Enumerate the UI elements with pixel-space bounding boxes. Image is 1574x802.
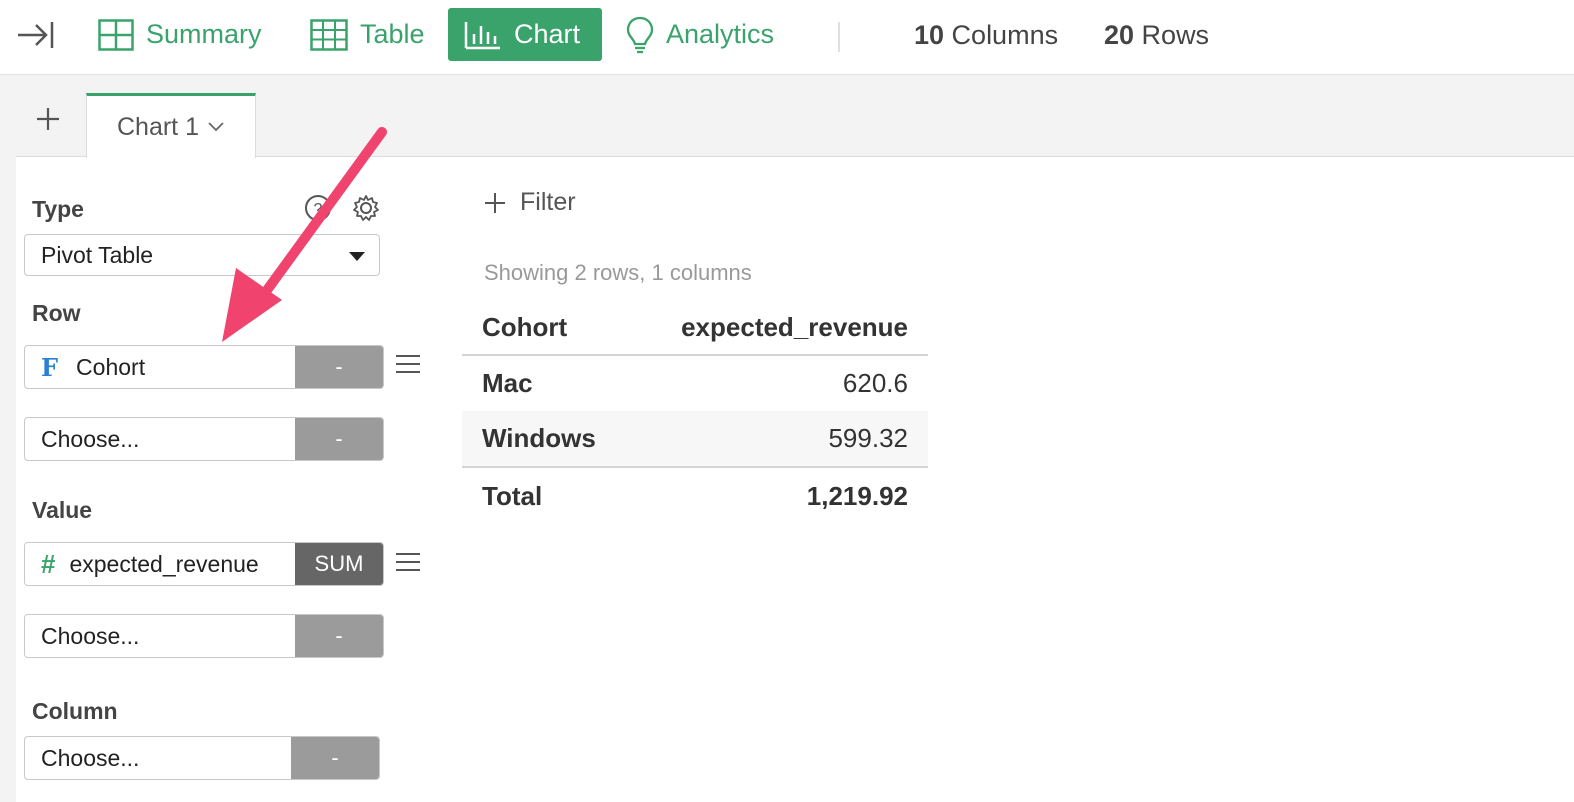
- column-choose-placeholder: Choose...: [41, 744, 140, 771]
- filter-label: Filter: [520, 188, 576, 216]
- tab-chart-1-label: Chart 1: [117, 112, 199, 141]
- pivot-row-label: Mac: [482, 368, 533, 398]
- nav-table-label: Table: [360, 19, 425, 49]
- rows-count: 20 Rows: [1104, 20, 1209, 51]
- row-field-choose[interactable]: Choose... -: [24, 417, 384, 461]
- value-field-choose[interactable]: Choose... -: [24, 614, 384, 658]
- table-row: Windows 599.32: [462, 411, 928, 467]
- summary-grid-icon: [98, 18, 134, 51]
- rows-count-value: 20: [1104, 20, 1135, 50]
- pivot-row-value: 620.6: [842, 368, 908, 398]
- annotation-arrow: [222, 127, 387, 342]
- pivot-row-value: 599.32: [632, 411, 928, 467]
- rows-count-label: Rows: [1134, 20, 1210, 50]
- plus-icon: [485, 192, 505, 213]
- chart-type-value: Pivot Table: [41, 241, 154, 268]
- column-label: Column: [32, 698, 118, 724]
- add-tab-icon[interactable]: [34, 105, 62, 133]
- pivot-total-value: 1,219.92: [632, 466, 928, 525]
- add-filter-button[interactable]: Filter: [484, 188, 576, 217]
- type-label: Type: [32, 196, 84, 222]
- pivot-header-row: Cohort expected_revenue: [462, 300, 928, 356]
- result-summary: Showing 2 rows, 1 columns: [484, 260, 752, 285]
- nav-analytics-label: Analytics: [666, 19, 775, 49]
- columns-count: 10 Columns: [914, 20, 1058, 51]
- nav-chart-label: Chart: [514, 19, 581, 49]
- pivot-header-value[interactable]: expected_revenue: [632, 300, 928, 356]
- nav-chart[interactable]: Chart: [448, 8, 602, 61]
- numeric-type-icon: #: [41, 548, 56, 579]
- pivot-row-label: Windows: [462, 411, 633, 467]
- toolbar-divider: [838, 22, 840, 52]
- columns-count-value: 10: [914, 20, 945, 50]
- column-field-choose[interactable]: Choose... -: [24, 736, 380, 780]
- value-choose-remove-button[interactable]: -: [295, 615, 383, 657]
- nav-summary-label: Summary: [146, 19, 262, 49]
- lightbulb-icon: [626, 16, 654, 53]
- nav-summary[interactable]: Summary: [82, 8, 278, 61]
- nav-table[interactable]: Table: [294, 8, 441, 61]
- value-label: Value: [32, 497, 93, 523]
- bar-chart-icon: [464, 21, 500, 49]
- row-label: Row: [32, 300, 81, 326]
- pivot-total-row: Total 1,219.92: [462, 466, 928, 525]
- left-gutter: [0, 75, 16, 802]
- value-field-name: expected_revenue: [69, 550, 259, 577]
- row-choose-placeholder: Choose...: [41, 425, 140, 452]
- collapse-sidebar-icon[interactable]: [16, 20, 56, 50]
- table-row: Mac 620.6: [462, 355, 928, 411]
- row-choose-remove-button[interactable]: -: [295, 418, 383, 460]
- top-toolbar: Summary Table Chart Analytics 10 Columns…: [0, 0, 1574, 75]
- pivot-table: Cohort expected_revenue Mac 620.6 Window…: [462, 300, 928, 525]
- row-field-name: Cohort: [76, 353, 146, 380]
- table-icon: [310, 18, 348, 51]
- aggregation-button[interactable]: SUM: [295, 543, 383, 585]
- column-choose-remove-button[interactable]: -: [291, 737, 379, 779]
- value-choose-placeholder: Choose...: [41, 622, 140, 649]
- nav-analytics[interactable]: Analytics: [610, 8, 790, 61]
- value-menu-icon[interactable]: [396, 552, 420, 572]
- pivot-header-cohort[interactable]: Cohort: [462, 300, 633, 356]
- pivot-total-label: Total: [462, 466, 633, 525]
- factor-type-icon: F: [41, 352, 59, 382]
- value-field-expected-revenue[interactable]: # expected_revenue SUM: [24, 542, 384, 586]
- columns-count-label: Columns: [944, 20, 1059, 50]
